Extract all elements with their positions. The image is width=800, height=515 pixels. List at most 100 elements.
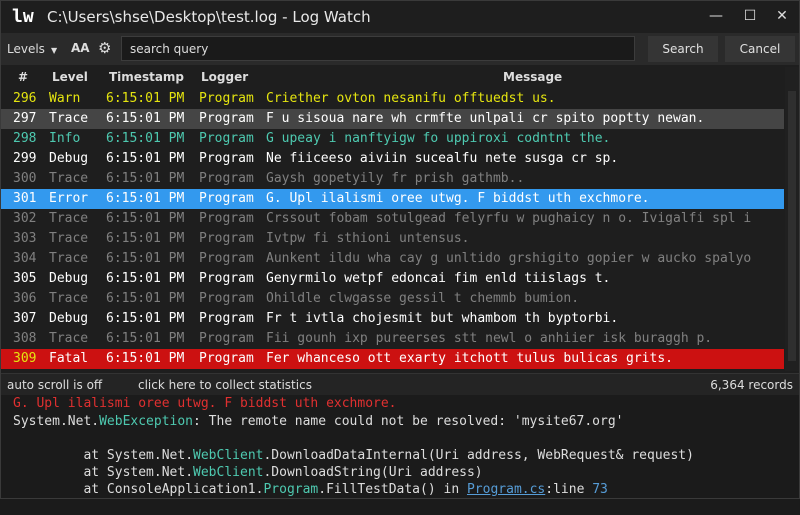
row-logger: Program (199, 291, 254, 306)
row-message: Ne fiiceeso aiviin sucealfu nete susga c… (266, 151, 619, 166)
gear-icon[interactable]: ⚙ (98, 39, 111, 57)
row-logger: Program (199, 131, 254, 146)
row-number: 302 (13, 211, 37, 226)
row-number: 303 (13, 231, 37, 246)
table-row[interactable]: 305 Debug 6:15:01 PM Program Genyrmilo wetpf… (1, 269, 784, 289)
toolbar: Levels ▼ AA ⚙ Search Cancel (1, 33, 799, 65)
row-level: Debug (49, 271, 89, 286)
row-level: Info (49, 131, 81, 146)
column-header-level[interactable]: Level (52, 70, 88, 84)
close-button[interactable]: ✕ (767, 1, 797, 31)
exception-type: WebException (99, 414, 194, 429)
collect-statistics-link[interactable]: click here to collect statistics (138, 378, 312, 392)
exception-text: : The remote name could not be resolved:… (193, 414, 624, 429)
cancel-button[interactable]: Cancel (725, 36, 795, 62)
app-logo: lw (12, 6, 34, 27)
row-timestamp: 6:15:01 PM (106, 191, 185, 206)
row-timestamp: 6:15:01 PM (106, 131, 185, 146)
row-level: Trace (49, 111, 89, 126)
row-message: Genyrmilo wetpf edoncai fim enld tiislag… (266, 271, 611, 286)
row-timestamp: 6:15:01 PM (106, 231, 185, 246)
row-level: Fatal (49, 351, 89, 366)
row-logger: Program (199, 151, 254, 166)
search-button[interactable]: Search (648, 36, 718, 62)
search-input[interactable] (121, 36, 635, 61)
row-level: Trace (49, 231, 89, 246)
stack-frame: at ConsoleApplication1.Program.FillTestD… (13, 464, 608, 515)
minimize-button[interactable]: — (701, 1, 731, 31)
row-timestamp: 6:15:01 PM (106, 351, 185, 366)
chevron-down-icon: ▼ (50, 46, 58, 55)
table-row[interactable]: 298 Info 6:15:01 PM Program G upeay i nanfty… (1, 129, 784, 149)
table-row[interactable]: 306 Trace 6:15:01 PM Program Ohildle clwgass… (1, 289, 784, 309)
row-message: Crssout fobam sotulgead felyrfu w pughai… (266, 211, 752, 226)
table-row[interactable]: 302 Trace 6:15:01 PM Program Crssout fobam s… (1, 209, 784, 229)
row-message: Fii gounh ixp pureerses stt newl o anhii… (266, 331, 713, 346)
detail-pane[interactable]: G. Upl ilalismi oree utwg. F biddst uth … (1, 395, 799, 498)
row-message: Fer whanceso ott exarty itchott tulus bu… (266, 351, 673, 366)
row-timestamp: 6:15:01 PM (106, 311, 185, 326)
row-logger: Program (199, 211, 254, 226)
row-number: 297 (13, 111, 37, 126)
table-row[interactable]: 297 Trace 6:15:01 PM Program F u sisoua nare… (1, 109, 784, 129)
table-row[interactable]: 303 Trace 6:15:01 PM Program Ivtpw fi sthion… (1, 229, 784, 249)
table-row[interactable]: 308 Trace 6:15:01 PM Program Fii gounh ixp p… (1, 329, 784, 349)
row-logger: Program (199, 91, 254, 106)
vertical-scrollbar[interactable] (785, 67, 799, 371)
row-logger: Program (199, 331, 254, 346)
column-header-message[interactable]: Message (503, 70, 562, 84)
row-timestamp: 6:15:01 PM (106, 171, 185, 186)
row-level: Warn (49, 91, 81, 106)
log-watch-window: lw C:\Users\shse\Desktop\test.log - Log … (0, 0, 800, 499)
record-count: 6,364 records (710, 378, 793, 392)
row-number: 296 (13, 91, 37, 106)
row-logger: Program (199, 231, 254, 246)
row-number: 306 (13, 291, 37, 306)
row-timestamp: 6:15:01 PM (106, 111, 185, 126)
row-timestamp: 6:15:01 PM (106, 251, 185, 266)
detail-message-text: G. Upl ilalismi oree utwg. F biddst uth … (13, 396, 397, 411)
row-message: F u sisoua nare wh crmfte unlpali cr spi… (266, 111, 705, 126)
table-row[interactable]: 307 Debug 6:15:01 PM Program Fr t ivtla choj… (1, 309, 784, 329)
row-message: Aunkent ildu wha cay g unltido grshigito… (266, 251, 752, 266)
scrollbar-thumb[interactable] (788, 91, 796, 361)
row-level: Trace (49, 331, 89, 346)
table-row[interactable]: 304 Trace 6:15:01 PM Program Aunkent ildu wh… (1, 249, 784, 269)
font-size-button[interactable]: AA (71, 41, 90, 55)
title-bar[interactable]: lw C:\Users\shse\Desktop\test.log - Log … (1, 1, 799, 33)
row-number: 300 (13, 171, 37, 186)
table-row[interactable]: 299 Debug 6:15:01 PM Program Ne fiiceeso aiv… (1, 149, 784, 169)
table-row[interactable]: 296 Warn 6:15:01 PM Program Criether ovton n… (1, 89, 784, 109)
row-number: 301 (13, 191, 37, 206)
levels-dropdown[interactable]: Levels ▼ (7, 42, 57, 56)
row-message: G upeay i nanftyigw fo uppiroxi codntnt … (266, 131, 611, 146)
row-number: 299 (13, 151, 37, 166)
row-message: Ivtpw fi sthioni untensus. (266, 231, 470, 246)
log-grid[interactable]: 296 Warn 6:15:01 PM Program Criether ovton n… (1, 89, 784, 369)
row-number: 304 (13, 251, 37, 266)
column-header-timestamp[interactable]: Timestamp (109, 70, 184, 84)
row-logger: Program (199, 311, 254, 326)
frame-line-number: 73 (592, 482, 608, 497)
row-logger: Program (199, 271, 254, 286)
table-row[interactable]: 301 Error 6:15:01 PM Program G. Upl ilalismi… (1, 189, 784, 209)
row-logger: Program (199, 191, 254, 206)
row-timestamp: 6:15:01 PM (106, 331, 185, 346)
row-number: 298 (13, 131, 37, 146)
frame-type: Program (263, 482, 319, 497)
window-title: C:\Users\shse\Desktop\test.log - Log Wat… (47, 8, 371, 26)
column-header-number[interactable]: # (18, 70, 28, 84)
detail-message: G. Upl ilalismi oree utwg. F biddst uth … (13, 395, 397, 412)
autoscroll-toggle[interactable]: auto scroll is off (7, 378, 102, 392)
exception-line: System.Net.WebException: The remote name… (13, 413, 623, 430)
table-row[interactable]: 300 Trace 6:15:01 PM Program Gaysh gopetyily… (1, 169, 784, 189)
frame-line-label: :line (545, 482, 593, 497)
row-message: Fr t ivtla chojesmit but whambom th bypt… (266, 311, 619, 326)
maximize-button[interactable]: ☐ (735, 1, 765, 31)
row-number: 305 (13, 271, 37, 286)
column-header-logger[interactable]: Logger (201, 70, 248, 84)
source-file-link[interactable]: Program.cs (467, 482, 545, 497)
row-message: Ohildle clwgasse gessil t chemmb bumion. (266, 291, 580, 306)
table-row[interactable]: 309 Fatal 6:15:01 PM Program Fer whanceso ot… (1, 349, 784, 369)
frame-method: .FillTestData() in (318, 482, 467, 497)
